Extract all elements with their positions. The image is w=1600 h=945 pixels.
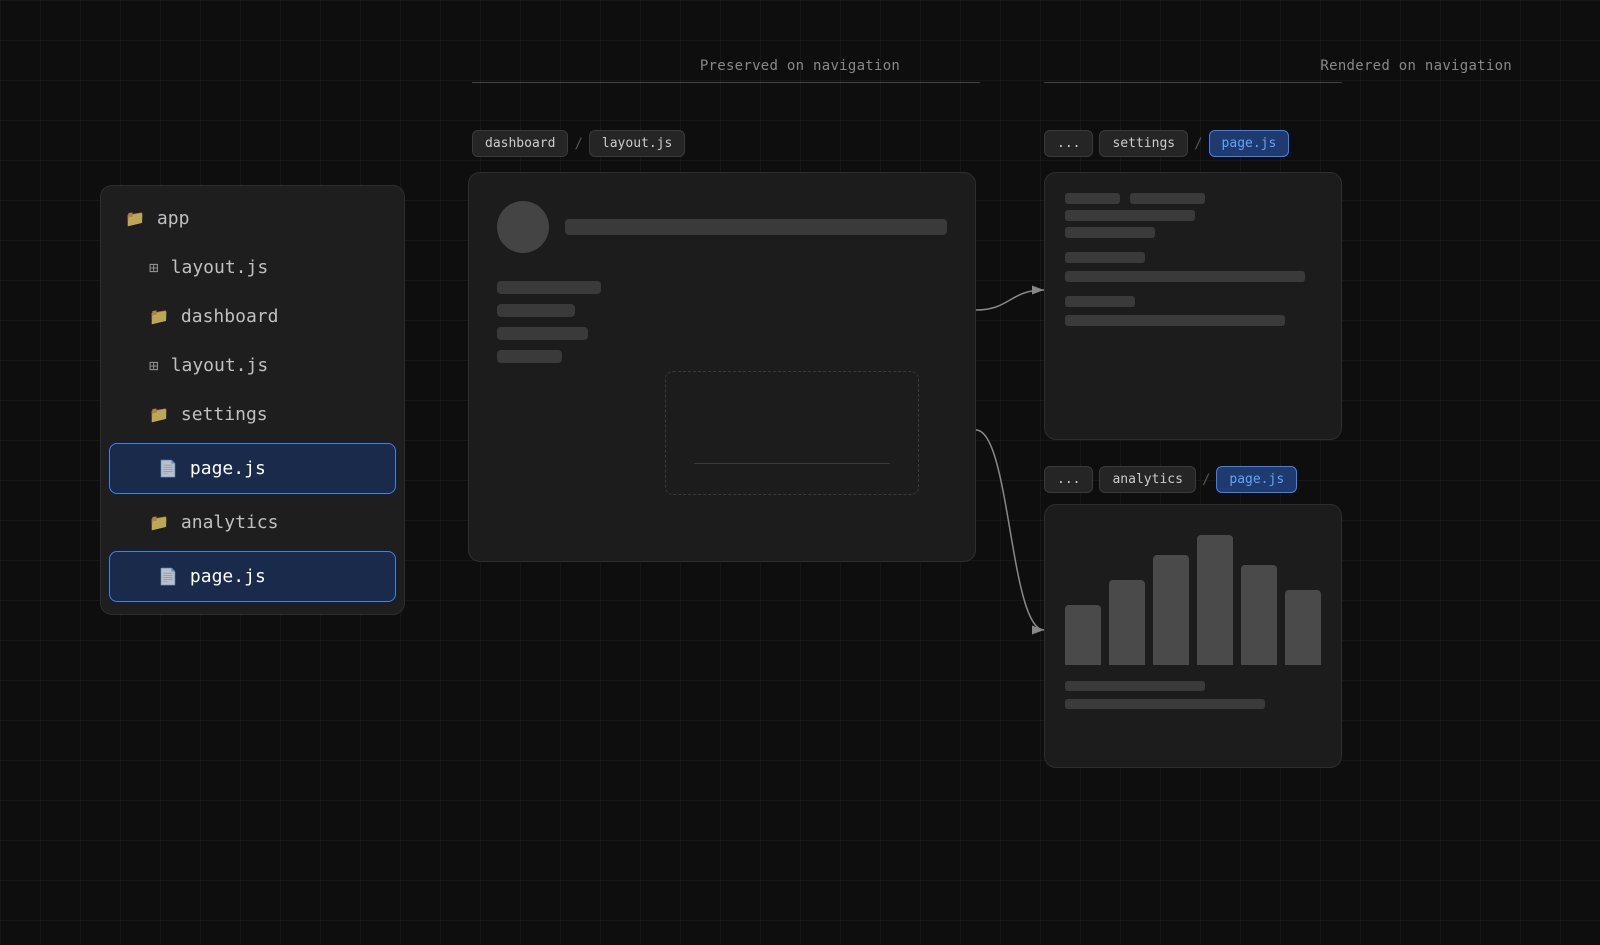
tree-label-analytics: analytics — [181, 512, 279, 533]
rendered-analytics-breadcrumb: ... analytics / page.js — [1044, 466, 1297, 493]
chart-line-1 — [1065, 681, 1205, 691]
pill-pagejs-analytics[interactable]: page.js — [1216, 466, 1297, 493]
s-bar-7 — [1065, 296, 1135, 307]
settings-block-1 — [1065, 193, 1321, 238]
tree-item-settings[interactable]: 📁 settings — [101, 390, 404, 439]
arrow-to-analytics — [976, 430, 1044, 630]
s-bar-4 — [1065, 227, 1155, 238]
s-bar-5 — [1065, 252, 1145, 263]
tree-label-layout1: layout.js — [171, 257, 269, 278]
pill-analytics[interactable]: analytics — [1099, 466, 1195, 493]
layout-icon: ⊞ — [149, 258, 159, 277]
settings-preview-card — [1044, 172, 1342, 440]
sep-1: / — [574, 136, 582, 152]
settings-block-3 — [1065, 296, 1321, 326]
tree-label-dashboard: dashboard — [181, 306, 279, 327]
s-bar-6 — [1065, 271, 1305, 282]
settings-title-row-1 — [1065, 193, 1321, 204]
layout-icon-2: ⊞ — [149, 356, 159, 375]
tree-label-layout2: layout.js — [171, 355, 269, 376]
tree-item-analytics[interactable]: 📁 analytics — [101, 498, 404, 547]
sidebar-bar-4 — [497, 350, 562, 363]
tree-item-app[interactable]: 📁 app — [101, 194, 404, 243]
pill-layoutjs[interactable]: layout.js — [589, 130, 685, 157]
content-line — [694, 463, 890, 464]
file-icon-1: 📄 — [158, 459, 178, 478]
s-bar-3 — [1065, 210, 1195, 221]
sidebar-bar-1 — [497, 281, 601, 294]
chart-line-2 — [1065, 699, 1265, 709]
chart-lines — [1065, 681, 1321, 709]
tree-item-dashboard[interactable]: 📁 dashboard — [101, 292, 404, 341]
bar-3 — [1153, 555, 1189, 665]
file-tree-panel: 📁 app ⊞ layout.js 📁 dashboard ⊞ layout.j… — [100, 185, 405, 615]
bar-5 — [1241, 565, 1277, 665]
content-area-dashed — [665, 371, 919, 495]
bar-4 — [1197, 535, 1233, 665]
tree-label-pagejs2: page.js — [190, 566, 266, 587]
tree-label-app: app — [157, 208, 190, 229]
pill-settings[interactable]: settings — [1099, 130, 1188, 157]
s-bar-8 — [1065, 315, 1285, 326]
file-icon-2: 📄 — [158, 567, 178, 586]
analytics-preview-card — [1044, 504, 1342, 768]
folder-icon-2: 📁 — [149, 307, 169, 326]
pill-dashboard[interactable]: dashboard — [472, 130, 568, 157]
bar-2 — [1109, 580, 1145, 665]
sidebar-bar-3 — [497, 327, 588, 340]
rendered-settings-breadcrumb: ... settings / page.js — [1044, 130, 1289, 157]
tree-item-layout1[interactable]: ⊞ layout.js — [101, 243, 404, 292]
rendered-bracket — [1044, 82, 1342, 83]
tree-item-layout2[interactable]: ⊞ layout.js — [101, 341, 404, 390]
preserved-bracket — [472, 82, 980, 83]
s-bar-1 — [1065, 193, 1120, 204]
folder-icon: 📁 — [125, 209, 145, 228]
pill-dots-2[interactable]: ... — [1044, 466, 1093, 493]
tree-item-pagejs2[interactable]: 📄 page.js — [109, 551, 396, 602]
main-container: Preserved on navigation Rendered on navi… — [0, 0, 1600, 945]
bar-1 — [1065, 605, 1101, 665]
header-bar — [565, 219, 947, 235]
tree-label-settings: settings — [181, 404, 268, 425]
pill-pagejs-settings[interactable]: page.js — [1209, 130, 1290, 157]
sidebar-mock — [497, 281, 627, 523]
center-preview-card — [468, 172, 976, 562]
avatar — [497, 201, 549, 253]
tree-label-pagejs1: page.js — [190, 458, 266, 479]
s-bar-2 — [1130, 193, 1205, 204]
pill-dots-1[interactable]: ... — [1044, 130, 1093, 157]
bar-chart — [1065, 525, 1321, 665]
tree-item-pagejs1[interactable]: 📄 page.js — [109, 443, 396, 494]
folder-icon-3: 📁 — [149, 405, 169, 424]
rendered-label: Rendered on navigation — [1320, 58, 1512, 74]
card-header — [497, 201, 947, 253]
sep-2: / — [1194, 136, 1202, 152]
folder-icon-4: 📁 — [149, 513, 169, 532]
sep-3: / — [1202, 472, 1210, 488]
bar-6 — [1285, 590, 1321, 665]
sidebar-bar-2 — [497, 304, 575, 317]
settings-block-2 — [1065, 252, 1321, 282]
preserved-breadcrumb-row: dashboard / layout.js — [472, 130, 685, 157]
arrow-to-settings — [976, 290, 1044, 310]
preserved-label: Preserved on navigation — [700, 58, 900, 74]
